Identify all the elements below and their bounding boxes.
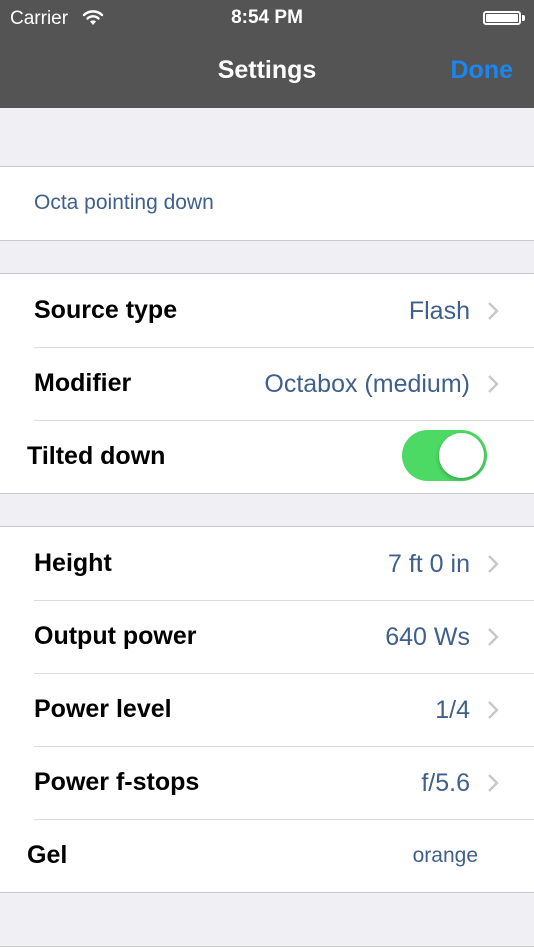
name-field-row[interactable]: Octa pointing down: [0, 167, 534, 240]
tilted-down-label: Tilted down: [27, 442, 166, 470]
name-field[interactable]: Octa pointing down: [34, 191, 214, 215]
source-type-value: Flash: [408, 297, 470, 325]
source-section: Source type Flash Modifier Octabox (medi…: [0, 273, 534, 494]
tilted-down-toggle[interactable]: [402, 430, 487, 481]
navigation-bar: Carrier 8:54 PM Settings Done: [0, 0, 534, 108]
height-label: Height: [34, 549, 112, 577]
status-time: 8:54 PM: [231, 7, 303, 28]
modifier-label: Modifier: [34, 369, 132, 397]
output-power-value: 640 Ws: [385, 623, 470, 651]
power-fstops-row[interactable]: Power f-stops f/5.6: [0, 746, 534, 819]
height-row[interactable]: Height 7 ft 0 in: [0, 527, 534, 600]
power-fstops-label: Power f-stops: [34, 768, 200, 796]
source-type-label: Source type: [34, 296, 178, 324]
power-section: Height 7 ft 0 in Output power 640 Ws Pow…: [0, 526, 534, 893]
modifier-value: Octabox (medium): [264, 370, 470, 398]
next-section-edge: [0, 946, 534, 950]
done-button[interactable]: Done: [451, 56, 514, 85]
chevron-right-icon: [488, 774, 499, 792]
toggle-knob: [439, 433, 484, 478]
output-power-row[interactable]: Output power 640 Ws: [0, 600, 534, 673]
status-bar: Carrier 8:54 PM: [0, 0, 534, 38]
battery-icon: [483, 11, 521, 25]
name-section: Octa pointing down: [0, 166, 534, 241]
modifier-row[interactable]: Modifier Octabox (medium): [0, 347, 534, 420]
tilted-down-row: Tilted down: [0, 420, 534, 493]
gel-row[interactable]: Gel orange: [0, 819, 534, 892]
source-type-row[interactable]: Source type Flash: [0, 274, 534, 347]
power-level-label: Power level: [34, 695, 172, 723]
power-level-row[interactable]: Power level 1/4: [0, 673, 534, 746]
chevron-right-icon: [488, 375, 499, 393]
height-value: 7 ft 0 in: [388, 550, 470, 578]
chevron-right-icon: [488, 555, 499, 573]
gel-label: Gel: [27, 841, 68, 869]
gel-value[interactable]: orange: [413, 844, 478, 868]
output-power-label: Output power: [34, 622, 197, 650]
chevron-right-icon: [488, 628, 499, 646]
chevron-right-icon: [488, 701, 499, 719]
chevron-right-icon: [488, 302, 499, 320]
power-fstops-value: f/5.6: [421, 769, 470, 797]
power-level-value: 1/4: [435, 696, 470, 724]
battery-tip: [522, 15, 525, 21]
